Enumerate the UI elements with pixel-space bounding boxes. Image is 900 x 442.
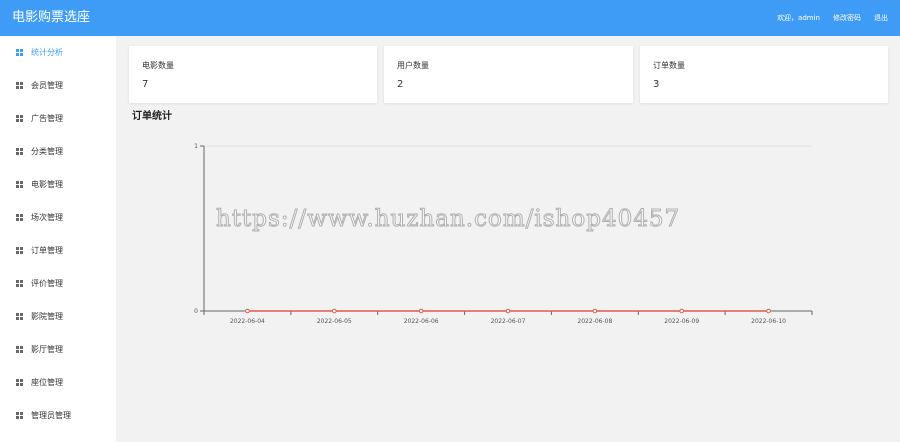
sidebar: 统计分析 会员管理 广告管理 分类管理 电影管理 场次管理 订单管理 评价管理 … [0, 36, 116, 442]
card-title: 订单数量 [653, 61, 685, 70]
x-tick-label: 2022-06-06 [404, 318, 439, 325]
sidebar-item-members[interactable]: 会员管理 [0, 69, 116, 102]
grid-icon [16, 379, 23, 386]
x-tick-label: 2022-06-07 [491, 318, 526, 325]
top-bar: 电影购票选座 欢迎，admin 修改密码 退出 [0, 0, 900, 36]
y-tick-label: 1 [194, 143, 198, 150]
data-point [505, 308, 511, 314]
app-title: 电影购票选座 [12, 10, 91, 25]
sidebar-item-label: 影院管理 [31, 311, 63, 321]
grid-icon [16, 148, 23, 155]
welcome-text: 欢迎，admin [777, 14, 820, 22]
sidebar-item-label: 座位管理 [31, 377, 63, 387]
data-point [679, 308, 685, 314]
card-value: 3 [653, 79, 660, 90]
grid-icon [16, 346, 23, 353]
x-tick-label: 2022-06-09 [664, 318, 699, 325]
movie-count-card: 电影数量 7 [129, 46, 377, 103]
sidebar-item-categories[interactable]: 分类管理 [0, 135, 116, 168]
sidebar-item-label: 统计分析 [31, 47, 63, 57]
sidebar-item-movies[interactable]: 电影管理 [0, 168, 116, 201]
grid-icon [16, 115, 23, 122]
logout-link[interactable]: 退出 [874, 12, 888, 24]
sidebar-item-admins[interactable]: 管理员管理 [0, 399, 116, 432]
sidebar-item-statistics[interactable]: 统计分析 [0, 36, 116, 69]
sidebar-item-halls[interactable]: 影厅管理 [0, 333, 116, 366]
sidebar-item-ads[interactable]: 广告管理 [0, 102, 116, 135]
top-links: 欢迎，admin 修改密码 退出 [777, 12, 888, 24]
sidebar-item-label: 场次管理 [31, 212, 63, 222]
order-count-card: 订单数量 3 [640, 46, 888, 103]
sidebar-item-label: 分类管理 [31, 146, 63, 156]
card-title: 用户数量 [397, 61, 429, 70]
section-title: 订单统计 [132, 111, 172, 122]
card-title: 电影数量 [142, 61, 174, 70]
grid-icon [16, 214, 23, 221]
x-tick-label: 2022-06-05 [317, 318, 352, 325]
data-point [245, 308, 250, 314]
sidebar-item-label: 广告管理 [31, 113, 63, 123]
card-value: 2 [397, 79, 404, 90]
card-value: 7 [142, 79, 149, 90]
grid-icon [16, 181, 23, 188]
sidebar-item-cinemas[interactable]: 影院管理 [0, 300, 116, 333]
sidebar-item-seats[interactable]: 座位管理 [0, 366, 116, 399]
grid-icon [16, 49, 23, 56]
sidebar-item-label: 订单管理 [31, 245, 63, 255]
sidebar-item-label: 影厅管理 [31, 344, 63, 354]
data-point [592, 308, 598, 314]
grid-icon [16, 82, 23, 89]
sidebar-item-label: 评价管理 [31, 278, 63, 288]
x-tick-label: 2022-06-04 [230, 318, 265, 325]
sidebar-item-reviews[interactable]: 评价管理 [0, 267, 116, 300]
sidebar-item-sessions[interactable]: 场次管理 [0, 201, 116, 234]
grid-icon [16, 247, 23, 254]
y-tick-label: 0 [194, 308, 198, 315]
data-point [766, 308, 771, 314]
user-count-card: 用户数量 2 [384, 46, 633, 103]
grid-icon [16, 412, 23, 419]
x-tick-label: 2022-06-08 [577, 318, 612, 325]
sidebar-item-orders[interactable]: 订单管理 [0, 234, 116, 267]
x-tick-label: 2022-06-10 [751, 318, 786, 325]
sidebar-item-label: 管理员管理 [31, 410, 71, 420]
grid-icon [16, 313, 23, 320]
grid-icon [16, 280, 23, 287]
sidebar-item-label: 会员管理 [31, 80, 63, 90]
data-point [331, 308, 337, 314]
order-line-chart: 0 1 2022-06-04 2022-06-05 2022-06-06 2022-06-… [194, 143, 813, 325]
change-password-link[interactable]: 修改密码 [833, 12, 861, 24]
data-point [418, 308, 424, 314]
sidebar-item-label: 电影管理 [31, 179, 63, 189]
